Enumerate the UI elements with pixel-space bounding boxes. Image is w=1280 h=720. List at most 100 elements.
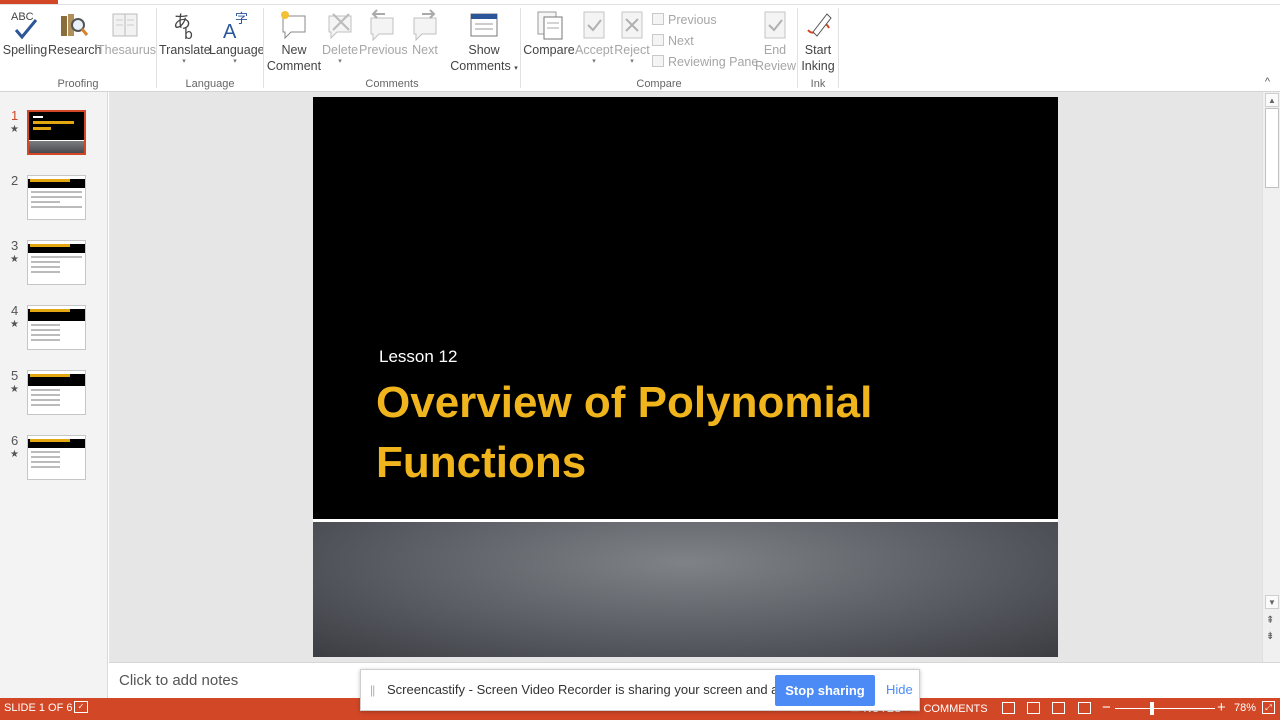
reading-view-icon[interactable] — [1052, 702, 1065, 714]
hide-link[interactable]: Hide — [886, 682, 913, 697]
compare-group-label: Compare — [636, 78, 682, 90]
end-review-label-2: Review — [755, 59, 796, 73]
zoom-slider-handle[interactable] — [1150, 702, 1154, 715]
thumbnail-text-line — [31, 206, 82, 208]
group-divider — [838, 8, 839, 88]
thumbnail-text-line — [31, 394, 60, 396]
scroll-up-arrow-icon[interactable]: ▲ — [1265, 93, 1279, 107]
svg-text:ABC: ABC — [11, 11, 34, 23]
animation-star-icon: ★ — [10, 449, 19, 460]
delete-comment-button[interactable]: Delete ▾ — [322, 6, 358, 66]
thumbnail-text-line — [31, 451, 60, 453]
show-comments-dropdown-icon: ▾ — [514, 65, 518, 72]
thesaurus-button[interactable]: Thesaurus — [97, 6, 156, 58]
thumbnail-text-line — [31, 456, 60, 458]
slide-thumbnail[interactable] — [27, 110, 86, 155]
slide-thumbnail[interactable] — [27, 240, 86, 285]
accept-dropdown-icon: ▾ — [592, 58, 596, 65]
spelling-label: Spelling — [2, 43, 48, 57]
zoom-in-button[interactable]: + — [1217, 699, 1226, 716]
compare-previous-label: Previous — [668, 13, 717, 27]
sharing-message: Screencastify - Screen Video Recorder is… — [387, 682, 807, 697]
compare-next-button[interactable]: Next — [652, 33, 694, 49]
previous-comment-button[interactable]: Previous — [359, 6, 408, 58]
thumbnail-title-bar — [28, 439, 85, 448]
slide-thumbnail[interactable] — [27, 435, 86, 480]
svg-text:b: b — [184, 27, 193, 42]
accept-button[interactable]: Accept ▾ — [575, 6, 613, 66]
research-button[interactable]: Research — [48, 6, 102, 58]
vertical-scrollbar[interactable]: ▲ ▼ ⇞ ⇟ — [1262, 92, 1280, 662]
stop-sharing-button[interactable]: Stop sharing — [775, 675, 875, 706]
research-label: Research — [48, 43, 102, 57]
slide-thumbnail[interactable] — [27, 370, 86, 415]
language-label: Language — [209, 43, 265, 57]
language-group-label: Language — [185, 78, 235, 90]
translate-dropdown-icon: ▾ — [182, 58, 186, 65]
comments-toggle-label: COMMENTS — [923, 703, 988, 715]
thesaurus-book-icon — [108, 8, 142, 42]
language-dropdown-icon: ▾ — [233, 58, 237, 65]
compare-label: Compare — [523, 43, 575, 57]
thumbnail-title-bar — [28, 374, 85, 386]
slide-title-line: Functions — [376, 438, 587, 487]
thumbnail-slide-5[interactable]: 5 ★ — [0, 368, 108, 418]
spelling-button[interactable]: ABC Spelling — [2, 6, 48, 58]
collapse-ribbon-icon[interactable]: ^ — [1265, 76, 1270, 88]
previous-change-icon — [652, 13, 664, 25]
reject-button[interactable]: Reject ▾ — [614, 6, 650, 66]
slide-sorter-view-icon[interactable] — [1027, 702, 1040, 714]
current-slide[interactable]: Lesson 12 Overview of Polynomial Functio… — [313, 97, 1058, 657]
zoom-out-button[interactable]: − — [1102, 699, 1111, 716]
thumbnail-slide-1[interactable]: 1 ★ — [0, 108, 108, 158]
reviewing-pane-icon — [652, 55, 664, 67]
slide-subtitle[interactable]: Lesson 12 — [379, 347, 457, 367]
compare-button[interactable]: Compare — [523, 6, 575, 58]
thumbnail-slide-2[interactable]: 2 — [0, 173, 108, 223]
fit-slide-icon[interactable]: ⤢ — [1262, 701, 1275, 714]
compare-next-label: Next — [668, 34, 694, 48]
next-slide-icon[interactable]: ⇟ — [1266, 632, 1274, 642]
next-comment-button[interactable]: Next — [406, 6, 444, 58]
accept-label: Accept — [575, 43, 614, 57]
thumbnail-slide-3[interactable]: 3 ★ — [0, 238, 108, 288]
slide-show-view-icon[interactable] — [1078, 702, 1091, 714]
thumbnail-footer — [29, 140, 84, 153]
start-inking-button[interactable]: Start Inking — [799, 6, 837, 74]
thumbnail-text-line — [31, 399, 60, 401]
scroll-down-arrow-icon[interactable]: ▼ — [1265, 595, 1279, 609]
translate-button[interactable]: あ b Translate ▾ — [159, 6, 211, 66]
new-comment-button[interactable]: New Comment — [266, 6, 322, 74]
end-review-button[interactable]: End Review — [755, 6, 796, 74]
end-review-label-1: End — [763, 43, 787, 57]
comments-toggle-button[interactable]: ▭ COMMENTS — [910, 702, 988, 715]
previous-slide-icon[interactable]: ⇞ — [1266, 616, 1274, 626]
drag-handle-icon[interactable]: || — [370, 683, 375, 697]
compare-previous-button[interactable]: Previous — [652, 12, 717, 28]
thumbnail-slide-6[interactable]: 6 ★ — [0, 433, 108, 483]
ribbon: ABC Spelling Research Thesaurus Proofing… — [0, 0, 1280, 92]
slide-title[interactable]: Overview of Polynomial Functions — [376, 373, 996, 493]
scrollbar-thumb[interactable] — [1265, 108, 1279, 188]
notes-placeholder[interactable]: Click to add notes — [119, 672, 238, 689]
slide-number: 2 — [11, 173, 19, 188]
thumbnail-text-line — [31, 389, 60, 391]
thumbnail-title-bar — [28, 244, 85, 253]
next-comment-icon — [408, 8, 442, 42]
reviewing-pane-button[interactable]: Reviewing Pane — [652, 54, 758, 70]
spell-check-status-icon[interactable]: ✓ — [74, 701, 88, 713]
show-comments-button[interactable]: Show Comments ▾ — [450, 6, 518, 77]
thumbnail-title-bar — [28, 179, 85, 188]
zoom-level[interactable]: 78% — [1234, 702, 1256, 714]
thumbnail-text-line — [31, 334, 60, 336]
language-button[interactable]: A 字 Language ▾ — [209, 6, 265, 66]
ink-group: Start Inking Ink — [798, 6, 838, 92]
slide-thumbnail-pane: 1 ★ 2 3 ★ 4 ★ 5 ★ 6 ★ — [0, 92, 108, 698]
zoom-slider[interactable] — [1115, 708, 1215, 709]
slide-thumbnail[interactable] — [27, 305, 86, 350]
language-group: あ b Translate ▾ A 字 Language ▾ Language — [157, 6, 265, 92]
slide-thumbnail[interactable] — [27, 175, 86, 220]
normal-view-icon[interactable] — [1002, 702, 1015, 714]
thumbnail-title-bar — [28, 309, 85, 321]
thumbnail-slide-4[interactable]: 4 ★ — [0, 303, 108, 353]
